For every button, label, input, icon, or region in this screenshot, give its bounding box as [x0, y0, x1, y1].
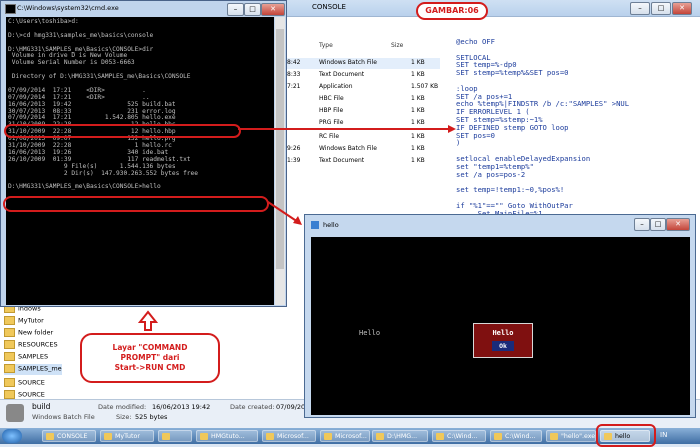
hello-title: hello — [323, 221, 339, 229]
taskbar-item[interactable]: Microsof... — [320, 430, 370, 442]
hello-console: Hello Hello Ok — [311, 237, 690, 415]
annotation-box: Layar "COMMAND PROMPT" dari Start->RUN C… — [80, 333, 220, 383]
hello-output: Hello — [359, 329, 381, 337]
arrow-up-annotation — [137, 310, 159, 331]
hello-dialog: Hello Ok — [473, 323, 533, 358]
annotation-line-3: Start->RUN CMD — [114, 363, 186, 372]
tray-language[interactable]: IN — [660, 431, 667, 439]
arrow-to-hello — [267, 201, 299, 223]
start-button[interactable] — [2, 429, 22, 443]
taskbar-item[interactable] — [158, 430, 192, 442]
taskbar-item[interactable]: C:\Wind... — [490, 430, 542, 442]
hello-close-button[interactable]: ✕ — [666, 218, 690, 231]
taskbar-item[interactable]: Microsof... — [262, 430, 316, 442]
hello-minimize-button[interactable]: – — [634, 218, 650, 231]
taskbar: CONSOLE MyTutor HMGtuto... Microsof... Micro… — [0, 428, 700, 444]
taskbar-item[interactable]: MyTutor — [100, 430, 154, 442]
taskbar-item[interactable]: CONSOLE — [42, 430, 96, 442]
taskbar-item[interactable]: C:\Wind... — [432, 430, 486, 442]
taskbar-item[interactable]: "hello".exe — [546, 430, 596, 442]
taskbar-item[interactable]: D:\HMG... — [372, 430, 428, 442]
hello-app-icon — [311, 221, 319, 229]
annotation-line-2: PROMPT" dari — [120, 353, 180, 362]
hello-maximize-button[interactable]: □ — [650, 218, 666, 231]
annotation-line-1: Layar "COMMAND — [112, 343, 188, 352]
ok-button[interactable]: Ok — [492, 341, 514, 351]
arrowhead-code — [448, 125, 456, 133]
hello-window: hello – □ ✕ Hello Hello Ok — [304, 214, 696, 418]
dialog-title: Hello — [492, 329, 514, 337]
taskbar-item[interactable]: HMGtuto... — [196, 430, 258, 442]
